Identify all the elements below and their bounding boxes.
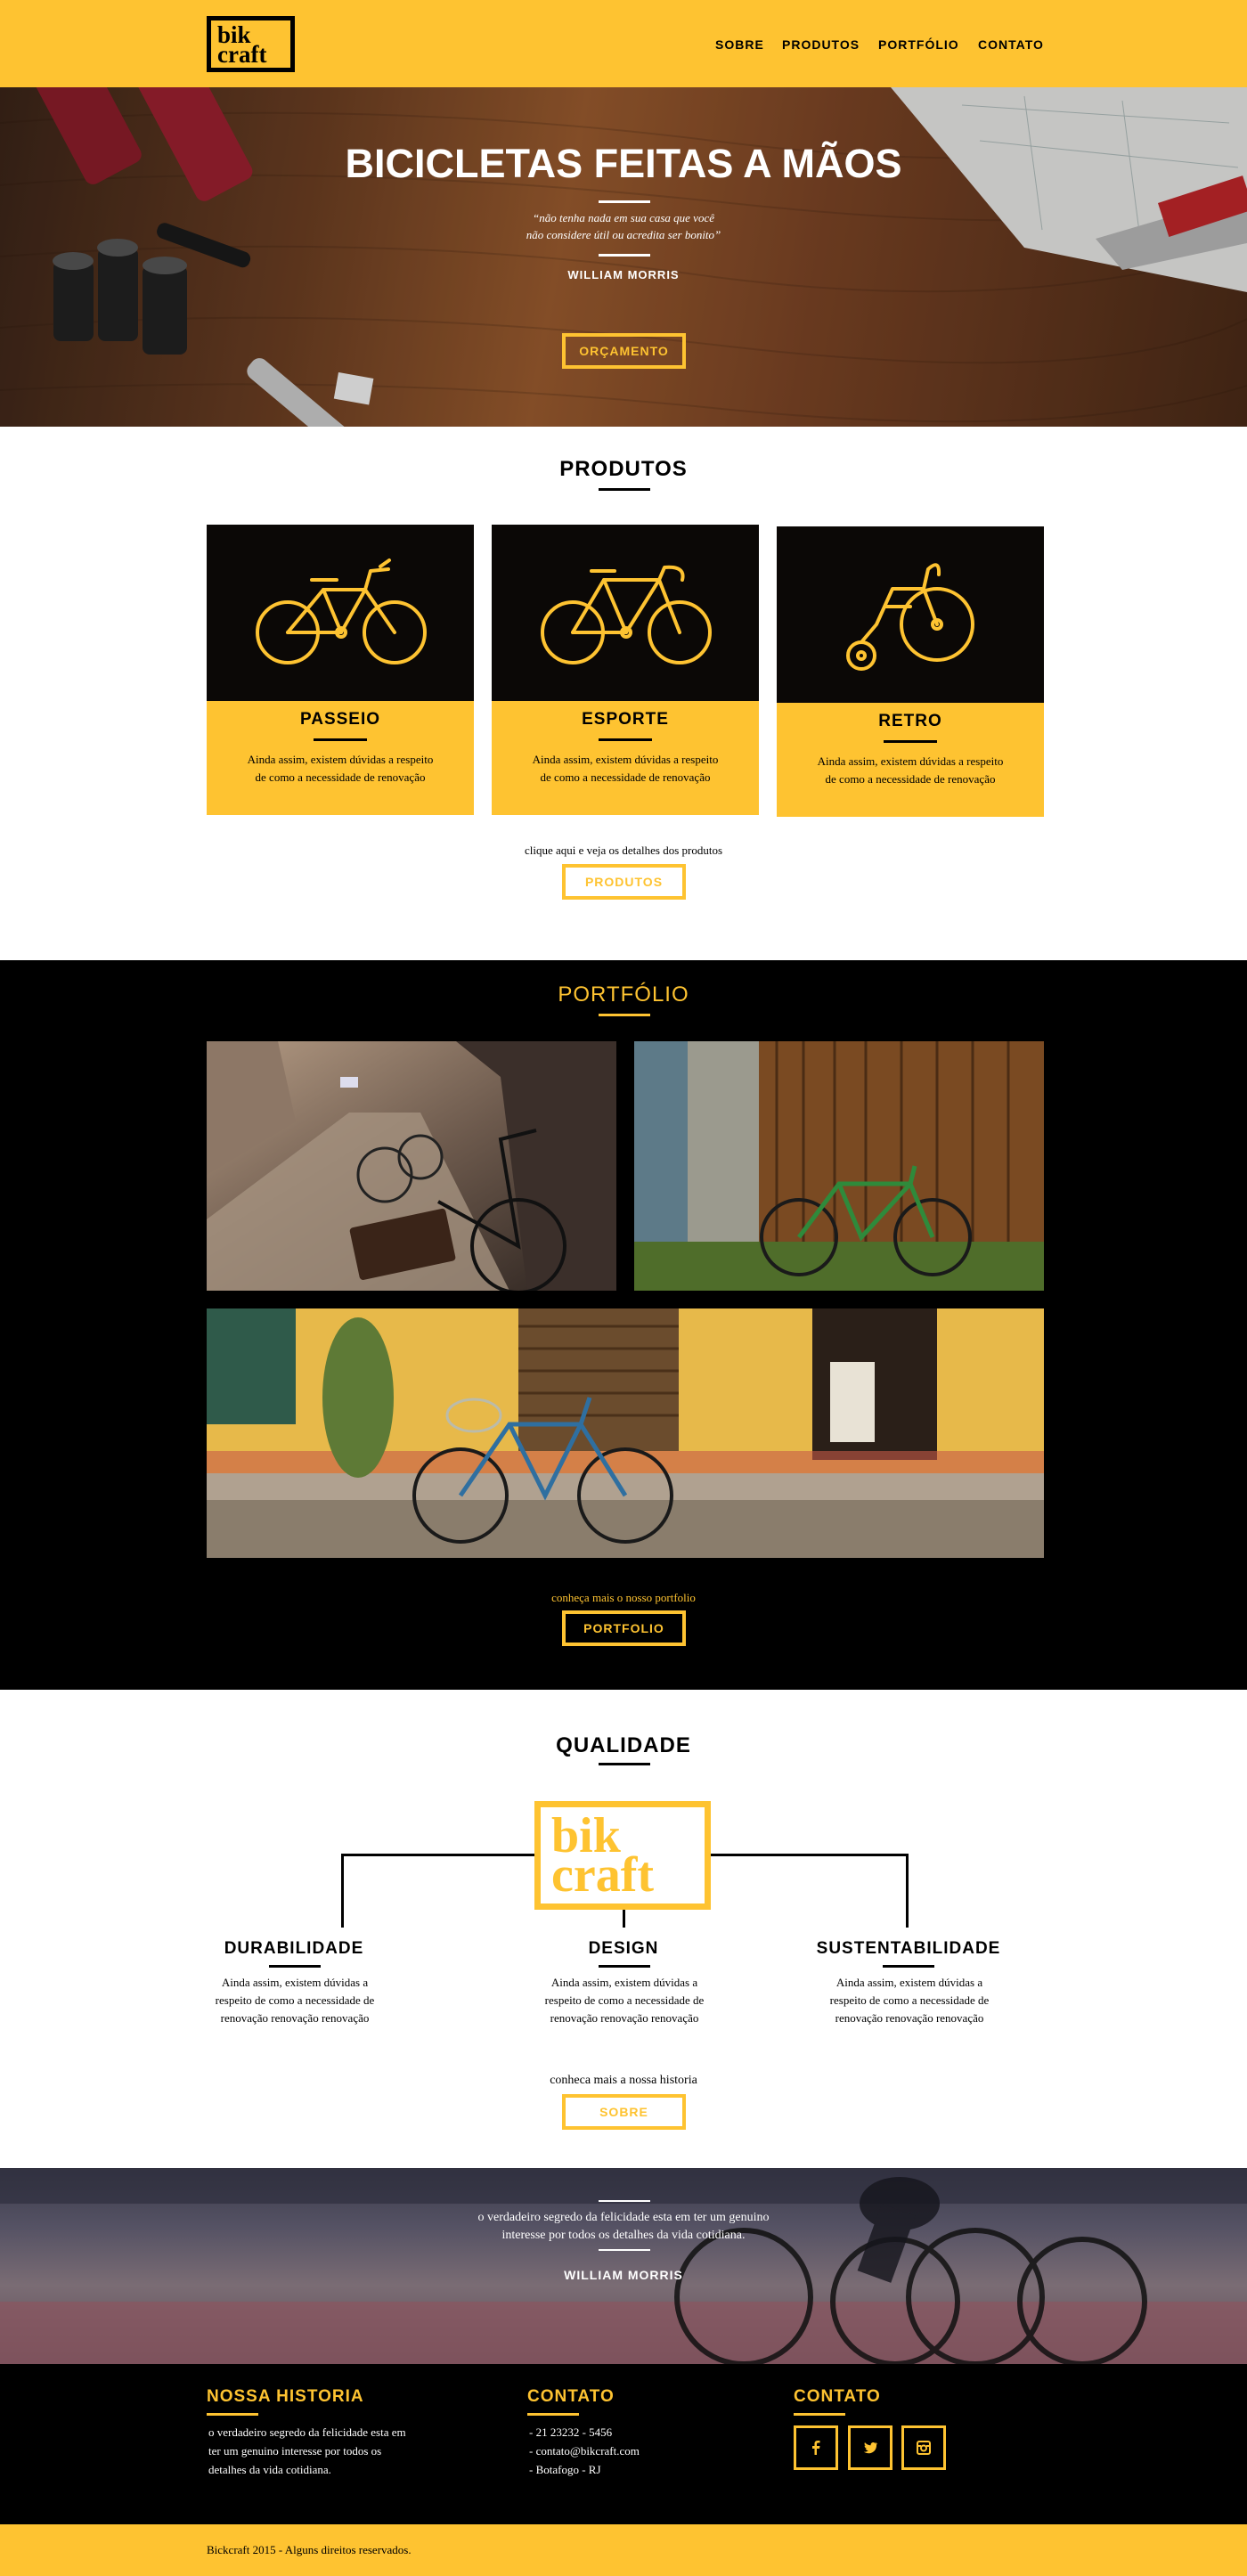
- orcamento-button[interactable]: ORÇAMENTO: [562, 333, 686, 369]
- instagram-icon: [917, 2441, 931, 2455]
- connector-center-drop: [623, 1910, 625, 1928]
- hero-quote-divider: [599, 254, 650, 257]
- hero-background-image: [0, 87, 1247, 427]
- quality-description: Ainda assim, existem dúvidas a respeito d…: [215, 1976, 375, 2025]
- connector-left: [341, 1854, 534, 1856]
- product-card-retro[interactable]: RETRO Ainda assim, existem dúvidas a res…: [777, 526, 1044, 817]
- copyright-text: Bickcraft 2015 - Alguns direitos reserva…: [207, 2543, 412, 2556]
- quote-line-1: o verdadeiro segredo da felicidade esta …: [477, 2211, 770, 2224]
- product-name-underline: [884, 740, 937, 743]
- hero-title: BICICLETAS FEITAS A MÃOS: [345, 141, 902, 186]
- nav-produtos[interactable]: PRODUTOS: [782, 37, 860, 52]
- footer-history-underline: [207, 2413, 258, 2416]
- footer-social-underline: [794, 2413, 845, 2416]
- quality-heading: QUALIDADE: [556, 1733, 691, 1757]
- quote-banner: o verdadeiro segredo da felicidade esta …: [0, 2168, 1247, 2364]
- quality-name-underline: [269, 1965, 321, 1968]
- quote-line-2: interesse por todos os detalhes da vida …: [501, 2229, 746, 2242]
- portfolio-heading: PORTFÓLIO: [558, 982, 689, 1007]
- produtos-button[interactable]: PRODUTOS: [562, 864, 686, 900]
- footer-email[interactable]: - contato@bikcraft.com: [529, 2441, 640, 2460]
- products-cta-text: clique aqui e veja os detalhes dos produ…: [524, 844, 723, 857]
- quality-logo-line-2: craft: [551, 1847, 655, 1903]
- hero-section: BICICLETAS FEITAS A MÃOS “não tenha nada…: [0, 87, 1247, 427]
- products-heading-underline: [599, 488, 650, 491]
- products-heading: PRODUTOS: [559, 457, 688, 481]
- quote-author: WILLIAM MORRIS: [564, 2268, 683, 2282]
- product-card-esporte[interactable]: ESPORTE Ainda assim, existem dúvidas a r…: [492, 525, 759, 815]
- nav-sobre[interactable]: SOBRE: [715, 37, 764, 52]
- quality-name-underline: [883, 1965, 934, 1968]
- quality-logo: bik craft: [534, 1801, 711, 1910]
- copyright-bar: Bickcraft 2015 - Alguns direitos reserva…: [0, 2524, 1247, 2576]
- product-card-passeio[interactable]: PASSEIO Ainda assim, existem dúvidas a r…: [207, 525, 474, 815]
- quote-background-image: [0, 2168, 1247, 2364]
- product-description: Ainda assim, existem dúvidas a respeito d…: [817, 754, 1004, 786]
- nav-contato[interactable]: CONTATO: [978, 37, 1044, 52]
- quality-name-underline: [599, 1965, 650, 1968]
- footer-contact-underline: [527, 2413, 579, 2416]
- footer-contact-title: CONTATO: [527, 2387, 615, 2406]
- footer-history-text: o verdadeiro segredo da felicidade esta …: [208, 2425, 406, 2476]
- site-header: [0, 0, 1247, 87]
- sport-bike-icon: [541, 565, 712, 664]
- portfolio-button[interactable]: PORTFOLIO: [562, 1610, 686, 1646]
- footer-history-title: NOSSA HISTORIA: [207, 2387, 364, 2406]
- logo[interactable]: bik craft: [207, 16, 295, 72]
- portfolio-cta-text: conheça mais o nosso portfolio: [551, 1591, 696, 1604]
- hero-author: WILLIAM MORRIS: [567, 268, 680, 281]
- instagram-link[interactable]: [901, 2425, 946, 2470]
- quote-bottom-divider: [599, 2249, 650, 2251]
- footer-address: - Botafogo - RJ: [529, 2463, 601, 2476]
- connector-right-drop: [906, 1854, 909, 1928]
- hero-quote-line-1: “não tenha nada em sua casa que você: [533, 211, 714, 224]
- quality-heading-underline: [599, 1763, 650, 1765]
- portfolio-image-street-bicycles[interactable]: [207, 1041, 616, 1291]
- sobre-button[interactable]: SOBRE: [562, 2094, 686, 2130]
- product-name: RETRO: [878, 712, 942, 730]
- quality-description: Ainda assim, existem dúvidas a respeito d…: [544, 1976, 705, 2025]
- facebook-link[interactable]: [794, 2425, 838, 2470]
- product-image-passeio: [207, 525, 474, 701]
- product-name: PASSEIO: [299, 710, 381, 729]
- product-image-retro: [777, 526, 1044, 703]
- product-description: Ainda assim, existem dúvidas a respeito d…: [247, 753, 434, 784]
- portfolio-image-yellow-street[interactable]: [207, 1308, 1044, 1558]
- footer-contact-info: - 21 23232 - 5456 - contato@bikcraft.com…: [529, 2423, 640, 2479]
- connector-left-drop: [341, 1854, 344, 1928]
- quality-name: SUSTENTABILIDADE: [816, 1939, 1001, 1958]
- twitter-link[interactable]: [848, 2425, 892, 2470]
- portfolio-heading-underline: [599, 1014, 650, 1016]
- product-name: ESPORTE: [582, 710, 669, 729]
- city-bike-icon: [256, 558, 427, 664]
- portfolio-image-green-bicycle[interactable]: [634, 1041, 1044, 1291]
- footer-phone[interactable]: - 21 23232 - 5456: [529, 2423, 640, 2441]
- product-name-underline: [599, 738, 652, 741]
- product-name-underline: [314, 738, 367, 741]
- hero-quote-line-2: não considere útil ou acredita ser bonit…: [526, 228, 721, 241]
- twitter-icon: [863, 2441, 877, 2454]
- quality-description: Ainda assim, existem dúvidas a respeito d…: [829, 1976, 990, 2025]
- nav-portfolio[interactable]: PORTFÓLIO: [878, 37, 959, 52]
- product-image-esporte: [492, 525, 759, 701]
- connector-right: [711, 1854, 909, 1856]
- footer-social-title: CONTATO: [794, 2387, 881, 2406]
- penny-farthing-icon: [846, 563, 974, 671]
- quality-name: DESIGN: [588, 1939, 659, 1958]
- facebook-icon: [812, 2441, 820, 2455]
- quality-name: DURABILIDADE: [224, 1939, 364, 1958]
- quote-top-divider: [599, 2200, 650, 2202]
- hero-title-underline: [599, 200, 650, 203]
- product-description: Ainda assim, existem dúvidas a respeito d…: [532, 753, 719, 784]
- quality-cta-text: conheca mais a nossa historia: [550, 2074, 697, 2087]
- logo-line-2: craft: [217, 41, 267, 68]
